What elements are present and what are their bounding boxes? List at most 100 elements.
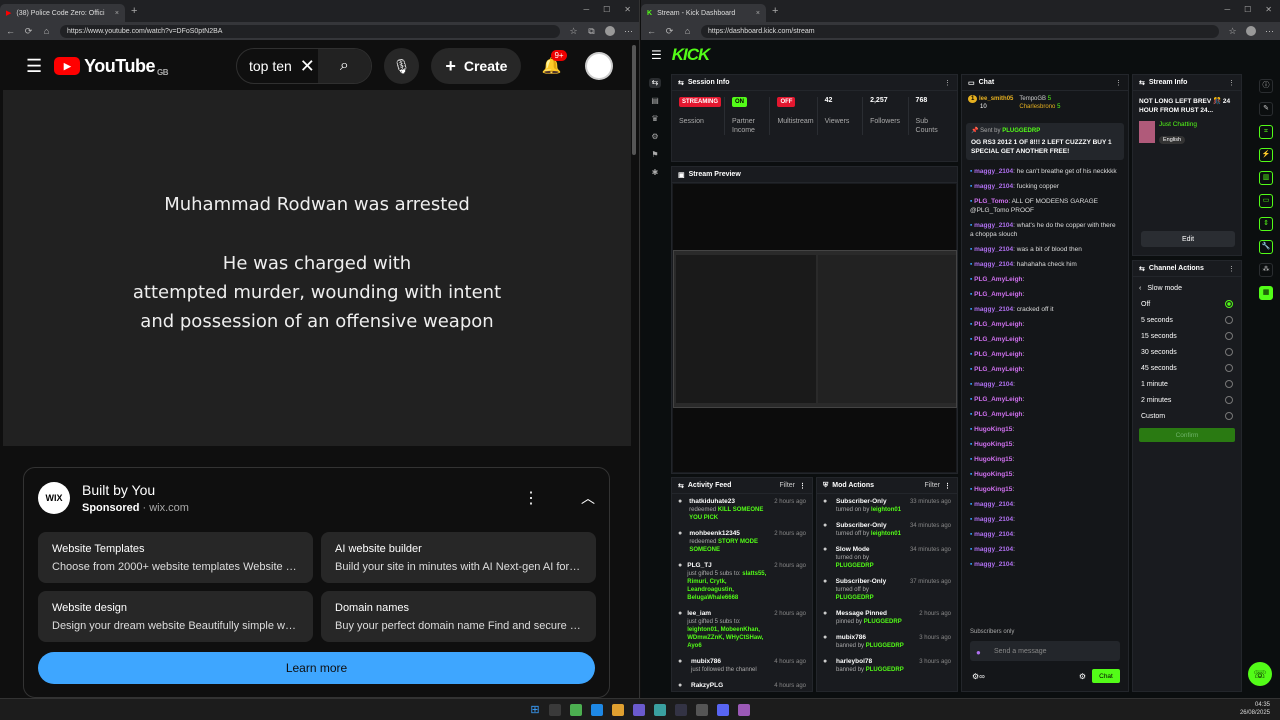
chat-message[interactable]: ▪ HugoKing15: <box>962 482 1128 497</box>
star-icon[interactable]: ☆ <box>1228 26 1237 37</box>
send-chat-button[interactable]: Chat <box>1092 669 1120 683</box>
chat-username[interactable]: maggy_2104 <box>974 531 1013 538</box>
profile-avatar[interactable] <box>605 26 615 36</box>
clear-search-icon[interactable]: ✕ <box>300 56 315 77</box>
chat-message[interactable]: ▪ maggy_2104: <box>962 557 1128 572</box>
reload-icon[interactable]: ⟳ <box>665 26 674 37</box>
scrollbar[interactable] <box>632 45 636 155</box>
feed-item[interactable]: ● mubix786 banned by PLUGGEDRP 3 hours ago <box>817 630 957 654</box>
chat-icon[interactable]: ▭ <box>1259 194 1273 208</box>
preview-area[interactable] <box>673 184 957 472</box>
trophy-nav-icon[interactable]: ♛ <box>649 114 661 124</box>
chat-username[interactable]: maggy_2104 <box>974 168 1013 175</box>
category-name[interactable]: Just Chatting <box>1159 121 1197 128</box>
tab-kick[interactable]: K Stream - Kick Dashboard × <box>641 4 766 22</box>
chat-username[interactable]: PLG_AmyLeigh <box>974 411 1022 418</box>
create-button[interactable]: + Create <box>431 48 522 84</box>
advertiser-logo[interactable]: WIX <box>38 482 70 514</box>
chat-username[interactable]: maggy_2104 <box>974 222 1013 229</box>
chat-username[interactable]: PLG_AmyLeigh <box>974 291 1022 298</box>
windows-start-icon[interactable]: ⊞ <box>530 703 539 716</box>
new-tab-button[interactable]: + <box>772 5 778 17</box>
chat-message[interactable]: ▪ maggy_2104: <box>962 542 1128 557</box>
panel-menu-icon[interactable]: ⋮ <box>944 79 951 87</box>
maximize-icon[interactable]: ☐ <box>603 5 610 14</box>
hamburger-icon[interactable]: ☰ <box>651 48 662 62</box>
minimize-icon[interactable]: ─ <box>1224 5 1230 14</box>
youtube-logo[interactable]: ▶ YouTube GB <box>54 56 168 77</box>
back-icon[interactable]: ← <box>6 26 15 36</box>
steam-taskbar-icon[interactable] <box>674 703 687 716</box>
chat-username[interactable]: PLG_AmyLeigh <box>974 351 1022 358</box>
back-icon[interactable]: ← <box>647 26 656 36</box>
chrome-taskbar-icon[interactable] <box>569 703 582 716</box>
info-icon[interactable]: ⓘ <box>1259 79 1273 93</box>
filter-button[interactable]: Filter <box>924 482 940 489</box>
feed-item[interactable]: ● Subscriber-Only turned off by PLUGGEDRP 3… <box>817 574 957 606</box>
close-tab-icon[interactable]: × <box>756 10 760 17</box>
video-player[interactable]: Muhammad Rodwan was arrested He was char… <box>3 90 631 446</box>
split-icon[interactable]: ⇕ <box>1259 217 1273 231</box>
search-taskbar-icon[interactable] <box>548 703 561 716</box>
settings-nav-icon[interactable]: ✱ <box>649 168 661 178</box>
chat-message[interactable]: ▪ PLG_AmyLeigh: <box>962 317 1128 332</box>
home-icon[interactable]: ⌂ <box>683 26 692 36</box>
edit-button[interactable]: Edit <box>1141 231 1235 247</box>
maximize-icon[interactable]: ☐ <box>1244 5 1251 14</box>
slow-mode-option[interactable]: 2 minutes <box>1133 392 1241 408</box>
chat-message[interactable]: ▪ HugoKing15: <box>962 437 1128 452</box>
panel-menu-icon[interactable]: ⋮ <box>1115 79 1122 87</box>
dashboard-nav-icon[interactable]: ▤ <box>649 96 661 106</box>
panel-menu-icon[interactable]: ⋮ <box>1228 79 1235 87</box>
bolt-icon[interactable]: ⚡ <box>1259 148 1273 162</box>
confirm-button[interactable]: Confirm <box>1139 428 1235 442</box>
pencil-icon[interactable]: ✎ <box>1259 102 1273 116</box>
feed-item[interactable]: ● mohbeenk12345 redeemed STORY MODE SOMEON… <box>672 526 812 558</box>
kick-taskbar-icon[interactable] <box>653 703 666 716</box>
search-button[interactable]: ⌕ <box>317 49 371 83</box>
close-tab-icon[interactable]: × <box>115 10 119 17</box>
ad-tile[interactable]: Website design Design your dream website … <box>38 591 313 642</box>
chat-message[interactable]: ▪ maggy_2104: what's he do the copper wi… <box>962 218 1128 242</box>
feed-item[interactable]: ● Slow Mode turned on by PLUGGEDRP 34 minut… <box>817 542 957 574</box>
url-field[interactable]: https://www.youtube.com/watch?v=DFoS0ptN… <box>60 24 560 38</box>
slow-mode-option[interactable]: 15 seconds <box>1133 328 1241 344</box>
feed-item[interactable]: ● Subscriber-Only turned on by leighton01 3… <box>817 494 957 518</box>
stream-nav-icon[interactable]: ⇆ <box>649 78 661 88</box>
chat-username[interactable]: maggy_2104 <box>974 261 1013 268</box>
chat-username[interactable]: maggy_2104 <box>974 183 1013 190</box>
url-field[interactable]: https://dashboard.kick.com/stream <box>701 24 1219 38</box>
system-clock[interactable]: 04:35 26/08/2025 <box>1240 701 1270 717</box>
support-chat-button[interactable]: ☏ <box>1248 662 1272 686</box>
chat-username[interactable]: PLG_AmyLeigh <box>974 276 1022 283</box>
voice-search-button[interactable]: 🎙 <box>383 48 420 84</box>
slow-mode-header[interactable]: ‹ Slow mode <box>1133 277 1241 296</box>
panel-menu-icon[interactable]: ⋮ <box>944 482 951 490</box>
slow-mode-option[interactable]: 30 seconds <box>1133 344 1241 360</box>
media-taskbar-icon[interactable] <box>737 703 750 716</box>
chat-settings-icon[interactable]: ⚙∞ <box>972 672 985 681</box>
feed-item[interactable]: ● thatkiduhate23 redeemed KILL SOMEONE YOU… <box>672 494 812 526</box>
mic-icon[interactable]: ● <box>976 648 981 657</box>
slow-mode-option[interactable]: Custom <box>1133 408 1241 424</box>
menu-icon[interactable]: ⋯ <box>1265 26 1274 37</box>
extensions-icon[interactable]: ⧉ <box>587 26 596 37</box>
discord-taskbar-icon[interactable] <box>716 703 729 716</box>
chat-username[interactable]: HugoKing15 <box>974 456 1012 463</box>
chat-username[interactable]: PLG_AmyLeigh <box>974 336 1022 343</box>
chat-username[interactable]: PLG_AmyLeigh <box>974 366 1022 373</box>
chat-username[interactable]: maggy_2104 <box>974 546 1013 553</box>
feed-item[interactable]: ● mubix786 just followed the channel 4 hou… <box>672 654 812 678</box>
chat-message[interactable]: ▪ PLG_AmyLeigh: <box>962 362 1128 377</box>
tab-youtube[interactable]: ▶ (38) Police Code Zero: Offici × <box>0 4 125 22</box>
teams-taskbar-icon[interactable] <box>632 703 645 716</box>
chat-message[interactable]: ▪ maggy_2104: cracked off it <box>962 302 1128 317</box>
feed-item[interactable]: ● Message Pinned pinned by PLUGGEDRP 2 hour… <box>817 606 957 630</box>
app-taskbar-icon[interactable] <box>695 703 708 716</box>
chat-message[interactable]: ▪ PLG_AmyLeigh: <box>962 287 1128 302</box>
chat-message[interactable]: ▪ maggy_2104: he can't breathe get of hi… <box>962 164 1128 179</box>
account-avatar[interactable] <box>585 52 613 80</box>
feed-item[interactable]: ● lee_iam just gifted 5 subs to: leighton0… <box>672 606 812 654</box>
close-window-icon[interactable]: ✕ <box>1265 5 1272 14</box>
ad-tile[interactable]: AI website builder Build your site in min… <box>321 532 596 583</box>
